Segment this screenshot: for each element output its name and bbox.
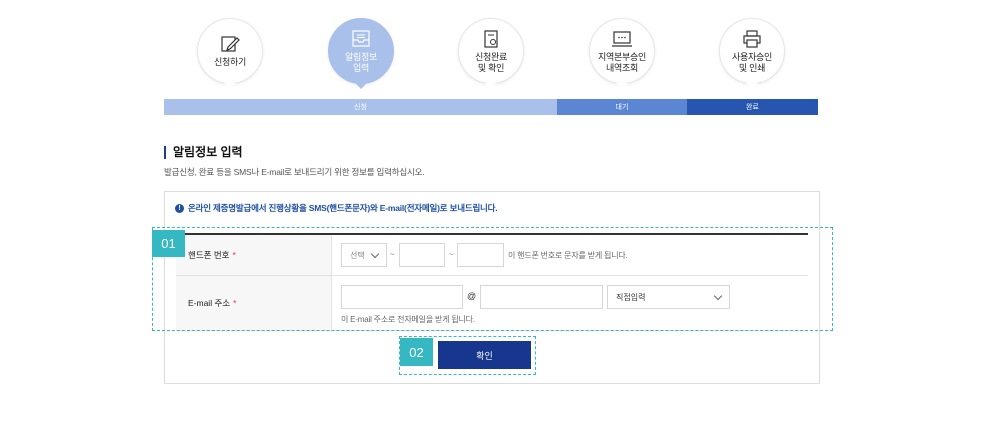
step-label: 알림정보 입력	[345, 51, 377, 73]
inbox-icon	[352, 29, 370, 47]
document-check-icon	[484, 29, 498, 48]
badge-01: 01	[152, 230, 185, 257]
step-label: 신청완료 및 확인	[475, 51, 507, 73]
step-complete-confirm: 신청완료 및 확인	[458, 18, 524, 89]
printer-icon	[743, 29, 761, 48]
progress-done: 완료	[687, 99, 818, 115]
step-label: 신청하기	[214, 57, 246, 67]
notice-message: ! 온라인 제증명발급에서 진행상황을 SMS(핸드폰문자)와 E-mail(전…	[175, 202, 498, 214]
process-steps: 신청하기 알림정보 입력 신청완료 및 확인 지역본부승인 내역조회 사용자승인…	[0, 0, 984, 100]
progress-applied: 신청	[164, 99, 557, 115]
step-apply: 신청하기	[197, 18, 263, 89]
badge-02: 02	[400, 338, 433, 366]
status-progress-bar: 신청 대기 완료	[164, 99, 818, 115]
notice-text: 온라인 제증명발급에서 진행상황을 SMS(핸드폰문자)와 E-mail(전자메…	[188, 203, 498, 213]
page-title: 알림정보 입력	[164, 146, 243, 159]
monitor-icon	[612, 30, 632, 47]
info-icon: !	[175, 203, 184, 213]
section-description: 발급신청, 완료 등을 SMS나 E-mail로 보내드리기 위한 정보를 입력…	[164, 167, 425, 177]
step-regional-approval: 지역본부승인 내역조회	[589, 18, 655, 89]
step-notification-info: 알림정보 입력	[328, 18, 394, 89]
highlight-box-01	[152, 227, 833, 331]
confirm-button[interactable]: 확인	[438, 341, 531, 369]
step-user-approval-print: 사용자승인 및 인쇄	[719, 18, 785, 89]
step-label: 지역본부승인 내역조회	[598, 51, 646, 73]
step-label: 사용자승인 및 인쇄	[732, 51, 772, 73]
pencil-document-icon	[221, 36, 240, 52]
progress-waiting: 대기	[557, 99, 687, 115]
